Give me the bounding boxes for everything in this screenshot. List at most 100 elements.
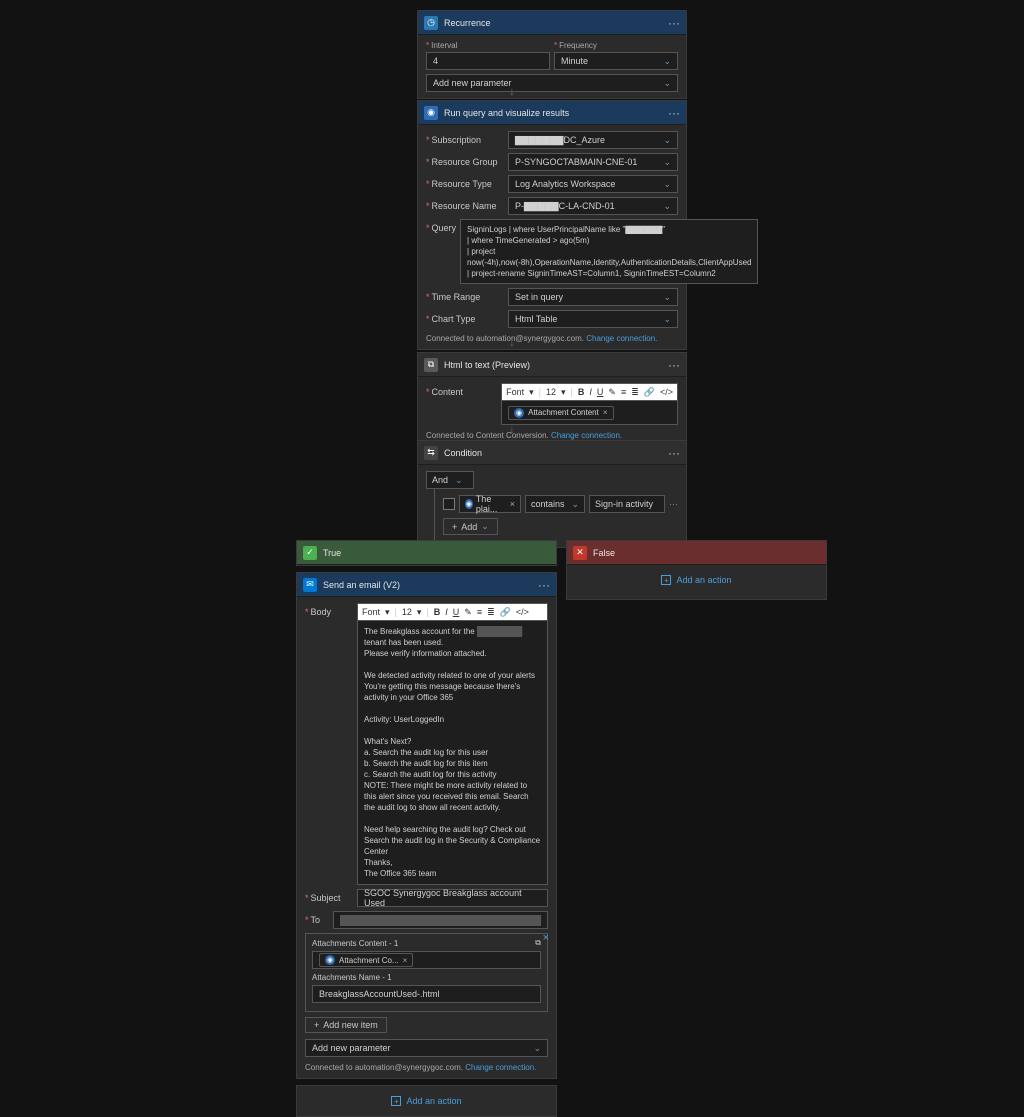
false-header[interactable]: ✕ False	[567, 541, 826, 565]
chevron-down-icon: ⌄	[663, 201, 671, 212]
rte-toolbar[interactable]: Font▾| 12▾| B I U ✎ ≡ ≣ 🔗 </>	[501, 383, 678, 401]
color-button[interactable]: ✎	[464, 607, 472, 618]
font-select[interactable]: Font	[362, 607, 380, 617]
subject-input[interactable]: SGOC Synergygoc Breakglass account Used	[357, 889, 548, 907]
chevron-down-icon: ⌄	[663, 292, 671, 303]
more-icon[interactable]: ···	[538, 578, 550, 592]
underline-button[interactable]: U	[453, 607, 460, 617]
content-input[interactable]: ◉Attachment Content×	[501, 401, 678, 425]
row-checkbox[interactable]	[443, 498, 455, 510]
rte-toolbar[interactable]: Font▾| 12▾| B I U ✎ ≡ ≣ 🔗 </>	[357, 603, 548, 621]
to-label: To	[305, 911, 329, 925]
resource-type-label: Resource Type	[426, 175, 504, 189]
font-select[interactable]: Font	[506, 387, 524, 397]
bold-button[interactable]: B	[578, 387, 585, 397]
true-header[interactable]: ✓ True	[297, 541, 556, 565]
change-connection-link[interactable]: Change connection.	[465, 1063, 536, 1072]
resource-group-select[interactable]: P-SYNGOCTABMAIN-CNE-01⌄	[508, 153, 678, 171]
list-button[interactable]: ≡	[477, 607, 482, 617]
false-title: False	[593, 548, 820, 558]
to-input[interactable]: ▇▇▇▇▇▇▇▇▇▇▇▇▇▇▇▇▇▇▇▇▇▇▇▇▇▇▇▇▇	[333, 911, 548, 929]
chart-type-label: Chart Type	[426, 310, 504, 324]
condition-header[interactable]: ⇆ Condition ···	[418, 441, 686, 465]
chart-type-select[interactable]: Html Table⌄	[508, 310, 678, 328]
italic-button[interactable]: I	[589, 387, 592, 397]
resource-name-select[interactable]: P-▇▇▇▇▇C-LA-CND-01⌄	[508, 197, 678, 215]
sendemail-title: Send an email (V2)	[323, 580, 538, 590]
time-range-label: Time Range	[426, 288, 504, 302]
x-icon: ✕	[573, 546, 587, 560]
subscription-label: Subscription	[426, 131, 504, 145]
attach-name-label: Attachments Name - 1	[312, 973, 541, 982]
attach-content-input[interactable]: ◉Attachment Co...×	[312, 951, 541, 969]
switch-mode-icon[interactable]: ⧉	[535, 938, 541, 948]
remove-token-icon[interactable]: ×	[403, 956, 408, 965]
attachment-content-token[interactable]: ◉Attachment Co...×	[319, 953, 413, 967]
outlook-icon: ✉	[303, 578, 317, 592]
more-icon[interactable]: ···	[668, 16, 680, 30]
row-more-icon[interactable]: ···	[669, 499, 678, 509]
link-button[interactable]: 🔗	[500, 607, 511, 618]
underline-button[interactable]: U	[597, 387, 604, 397]
chevron-down-icon: ⌄	[663, 56, 671, 67]
htmltext-title: Html to text (Preview)	[444, 360, 668, 370]
condition-icon: ⇆	[424, 446, 438, 460]
numlist-button[interactable]: ≣	[631, 387, 639, 398]
logic-select[interactable]: And⌄	[426, 471, 474, 489]
recurrence-title: Recurrence	[444, 18, 668, 28]
sendemail-header[interactable]: ✉ Send an email (V2) ···	[297, 573, 556, 597]
true-branch-card: ✓ True	[296, 540, 557, 566]
chart-icon: ◉	[424, 106, 438, 120]
more-icon[interactable]: ···	[668, 358, 680, 372]
delete-attachment-icon[interactable]: ×	[543, 932, 549, 944]
chevron-down-icon: ⌄	[481, 521, 489, 532]
flow-arrow-icon: ↓	[509, 84, 515, 98]
size-select[interactable]: 12	[546, 387, 556, 397]
bold-button[interactable]: B	[434, 607, 441, 617]
chevron-down-icon: ⌄	[533, 1043, 541, 1054]
recurrence-card: ◷ Recurrence ··· Interval 4 Frequency Mi…	[417, 10, 687, 99]
true-title: True	[323, 548, 550, 558]
add-row-button[interactable]: +Add⌄	[443, 518, 498, 535]
change-connection-link[interactable]: Change connection.	[551, 431, 622, 440]
numlist-button[interactable]: ≣	[487, 607, 495, 618]
value-left[interactable]: ◉The plai...×	[459, 495, 521, 513]
content-label: Content	[426, 383, 497, 397]
query-label: Query	[426, 219, 456, 233]
htmltext-header[interactable]: ⧉ Html to text (Preview) ···	[418, 353, 686, 377]
interval-input[interactable]: 4	[426, 52, 550, 70]
add-action-link[interactable]: +Add an action	[567, 575, 826, 585]
size-select[interactable]: 12	[402, 607, 412, 617]
add-param-select[interactable]: Add new parameter⌄	[305, 1039, 548, 1057]
remove-token-icon[interactable]: ×	[510, 499, 515, 509]
link-button[interactable]: 🔗	[644, 387, 655, 398]
plus-icon: +	[314, 1020, 319, 1030]
attachment-group: × Attachments Content - 1⧉ ◉Attachment C…	[305, 933, 548, 1012]
change-connection-link[interactable]: Change connection.	[586, 334, 657, 343]
color-button[interactable]: ✎	[608, 387, 616, 398]
subscription-select[interactable]: ▇▇▇▇▇▇▇DC_Azure⌄	[508, 131, 678, 149]
add-action-link[interactable]: +Add an action	[297, 1096, 556, 1106]
frequency-select[interactable]: Minute⌄	[554, 52, 678, 70]
resource-type-select[interactable]: Log Analytics Workspace⌄	[508, 175, 678, 193]
body-textarea[interactable]: The Breakglass account for the ████████ …	[357, 621, 548, 885]
recurrence-header[interactable]: ◷ Recurrence ···	[418, 11, 686, 35]
connection-text: Connected to automation@synergygoc.com. …	[305, 1063, 548, 1072]
code-button[interactable]: </>	[660, 387, 673, 397]
code-button[interactable]: </>	[516, 607, 529, 617]
italic-button[interactable]: I	[445, 607, 448, 617]
attach-name-input[interactable]: BreakglassAccountUsed-.html	[312, 985, 541, 1003]
attachment-content-token[interactable]: ◉Attachment Content×	[508, 406, 613, 420]
more-icon[interactable]: ···	[668, 446, 680, 460]
chevron-down-icon: ⌄	[572, 499, 580, 510]
operator-select[interactable]: contains⌄	[525, 495, 585, 513]
runquery-header[interactable]: ◉ Run query and visualize results ···	[418, 101, 686, 125]
time-range-select[interactable]: Set in query⌄	[508, 288, 678, 306]
value-right[interactable]: Sign-in activity	[589, 495, 665, 513]
add-item-button[interactable]: +Add new item	[305, 1017, 387, 1033]
query-textarea[interactable]: SigninLogs | where UserPrincipalName lik…	[460, 219, 758, 284]
remove-token-icon[interactable]: ×	[603, 408, 608, 417]
more-icon[interactable]: ···	[668, 106, 680, 120]
list-button[interactable]: ≡	[621, 387, 626, 397]
add-param-select[interactable]: Add new parameter⌄	[426, 74, 678, 92]
